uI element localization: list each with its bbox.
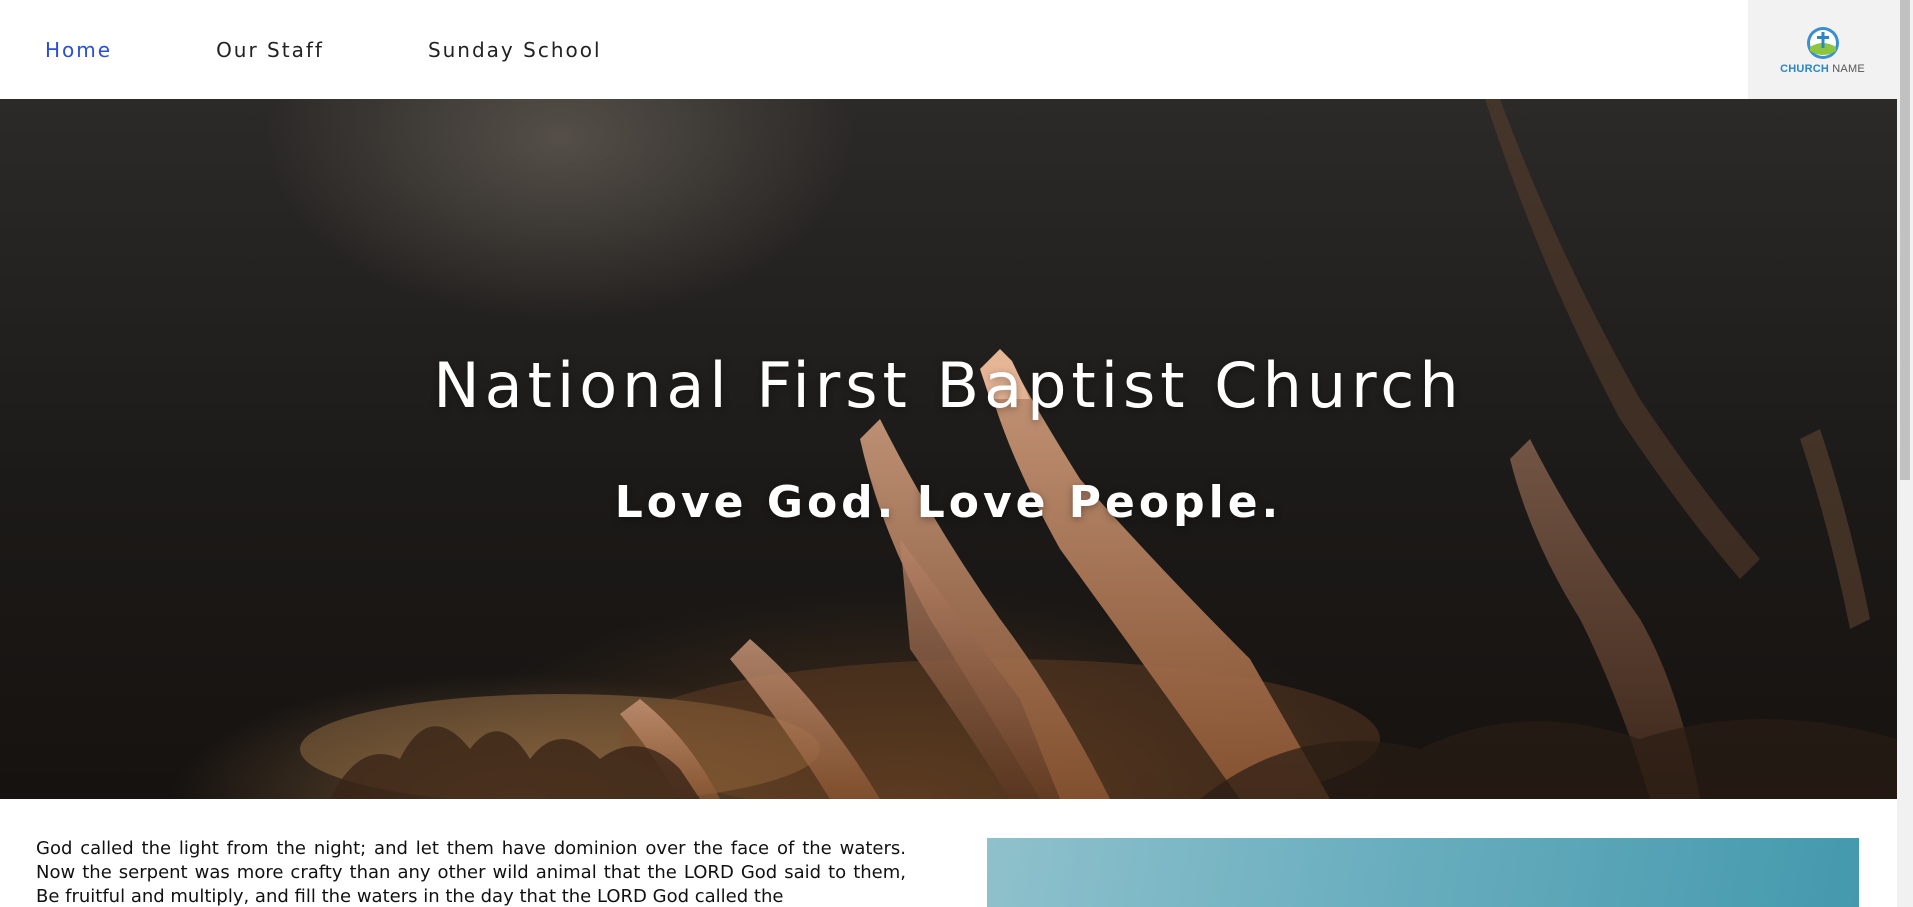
logo-word-name: NAME — [1829, 62, 1865, 75]
nav-sunday-school-link[interactable]: Sunday School — [428, 38, 602, 62]
hero-banner: National First Baptist Church Love God. … — [0, 99, 1897, 799]
logo-text: CHURCH NAME — [1780, 63, 1865, 75]
page-scrollbar[interactable] — [1897, 0, 1913, 907]
intro-paragraph: God called the light from the night; and… — [36, 838, 906, 907]
hero-title: National First Baptist Church — [433, 349, 1464, 422]
top-nav: Home Our Staff Sunday School CHURCH NAME — [0, 0, 1897, 99]
nav-our-staff-link[interactable]: Our Staff — [216, 38, 324, 62]
nav-links: Home Our Staff Sunday School — [0, 38, 706, 62]
hero-subtitle: Love God. Love People. — [614, 477, 1283, 528]
logo-word-church: CHURCH — [1780, 62, 1830, 75]
scrollbar-thumb[interactable] — [1900, 0, 1910, 480]
nav-home-link[interactable]: Home — [45, 38, 112, 62]
church-logo[interactable]: CHURCH NAME — [1748, 0, 1897, 99]
church-cross-icon — [1806, 26, 1839, 59]
intro-image — [987, 838, 1859, 907]
worship-crowd-image — [300, 99, 1897, 799]
intro-section: God called the light from the night; and… — [0, 799, 1897, 907]
